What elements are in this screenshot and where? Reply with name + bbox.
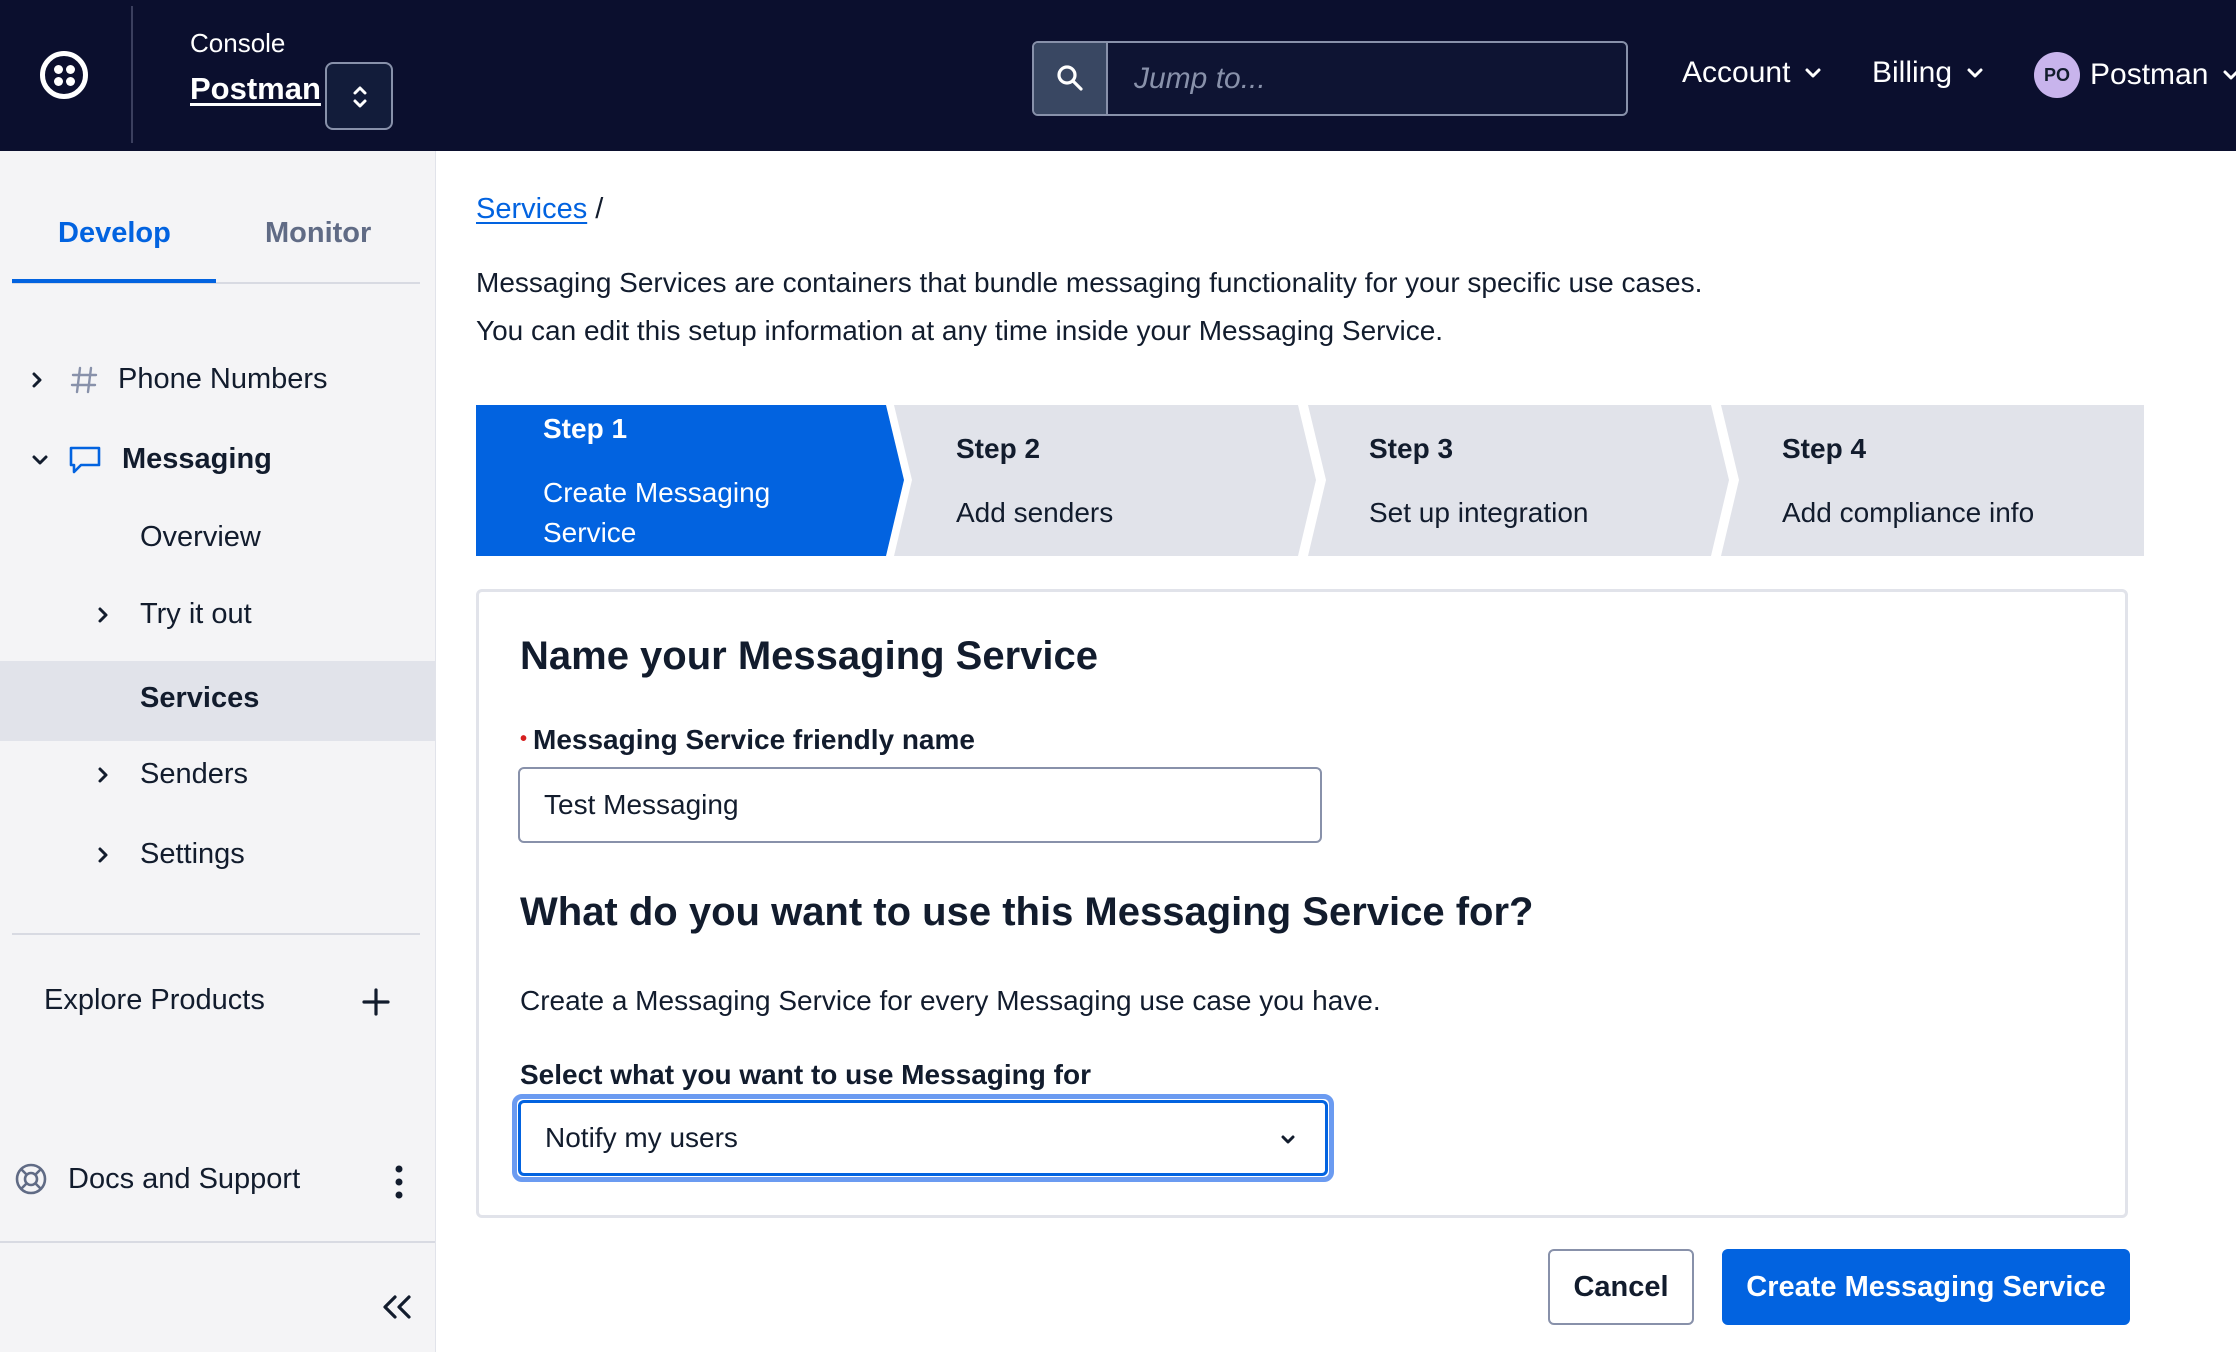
chevron-down-icon (2223, 70, 2236, 80)
use-case-select-value: Notify my users (545, 1122, 738, 1153)
chat-bubble-icon (69, 446, 101, 473)
use-case-select-label: Select what you want to use Messaging fo… (520, 1059, 1091, 1090)
billing-menu-label: Billing (1872, 56, 1953, 89)
sidebar-item-label: Settings (140, 838, 245, 870)
step-2-background (894, 405, 1316, 556)
explore-products-link[interactable]: Explore Products (44, 984, 265, 1017)
breadcrumb: Services / (476, 193, 603, 226)
chevron-up-down-icon (353, 86, 367, 108)
tab-monitor[interactable]: Monitor (265, 217, 371, 250)
use-case-description: Create a Messaging Service for every Mes… (520, 985, 1381, 1016)
collapse-sidebar-icon[interactable] (380, 1294, 414, 1320)
step-1-label-line-2: Service (543, 517, 637, 548)
sidebar-item-label: Phone Numbers (118, 363, 328, 395)
docs-and-support-link[interactable]: Docs and Support (14, 1162, 300, 1196)
more-vertical-icon[interactable] (394, 1164, 404, 1200)
sidebar-item-services[interactable]: Services (140, 682, 259, 715)
chevron-down-icon (1805, 68, 1821, 78)
plus-icon[interactable] (362, 988, 390, 1016)
intro-text-line-1: Messaging Services are containers that b… (476, 267, 1703, 298)
chevron-right-icon (32, 372, 42, 387)
sidebar-item-senders[interactable]: Senders (96, 758, 248, 791)
cancel-button[interactable]: Cancel (1548, 1249, 1694, 1325)
active-tab-indicator (12, 279, 216, 283)
breadcrumb-services-link[interactable]: Services (476, 193, 587, 225)
sidebar-item-try-it-out[interactable]: Try it out (96, 598, 252, 631)
create-messaging-service-button[interactable]: Create Messaging Service (1722, 1249, 2130, 1325)
tab-develop[interactable]: Develop (58, 217, 171, 250)
required-marker: • (520, 728, 528, 750)
sidebar-item-overview[interactable]: Overview (140, 521, 261, 554)
friendly-name-label: • Messaging Service friendly name (520, 724, 975, 756)
step-2-label: Add senders (956, 497, 1114, 528)
explore-products-label: Explore Products (44, 984, 265, 1016)
step-4-number: Step 4 (1782, 433, 1867, 464)
step-1-number: Step 1 (543, 413, 628, 444)
search-button[interactable] (1034, 43, 1108, 114)
chevron-down-icon (1281, 1135, 1295, 1144)
user-menu-label: Postman (2090, 58, 2209, 91)
account-switcher-button[interactable] (325, 62, 393, 130)
lifebuoy-icon (15, 1163, 47, 1195)
step-4-label: Add compliance info (1782, 497, 2035, 528)
jump-to-search (1032, 41, 1628, 116)
friendly-name-label-text: Messaging Service friendly name (533, 724, 975, 755)
intro-text-line-2: You can edit this setup information at a… (476, 315, 1444, 346)
search-input[interactable] (1108, 43, 1626, 114)
step-2-number: Step 2 (956, 433, 1041, 464)
chevron-down-icon (1967, 68, 1983, 78)
breadcrumb-separator: / (595, 193, 604, 225)
docs-and-support-label: Docs and Support (68, 1162, 301, 1195)
step-3-background (1308, 405, 1729, 556)
step-progress: Step 1 Create Messaging Service Step 2 A… (476, 405, 2144, 556)
sidebar-item-label: Messaging (122, 443, 272, 475)
sidebar-item-label: Services (140, 682, 260, 714)
use-case-section-heading: What do you want to use this Messaging S… (520, 890, 1534, 934)
sidebar-item-label: Senders (140, 758, 249, 790)
sidebar-item-phone-numbers[interactable]: Phone Numbers (30, 363, 328, 396)
sidebar-footer-divider (0, 1241, 435, 1243)
account-name-link[interactable]: Postman (190, 71, 321, 107)
step-3-number: Step 3 (1369, 433, 1454, 464)
step-3-label: Set up integration (1369, 497, 1589, 528)
sidebar-item-label: Try it out (140, 598, 252, 630)
chevron-right-icon (98, 767, 108, 782)
chevron-down-icon (32, 455, 48, 464)
step-4-background (1721, 405, 2144, 556)
sidebar: Develop Monitor Phone Numbers Messaging … (0, 151, 436, 1352)
billing-menu[interactable]: Billing (1872, 56, 1984, 90)
sidebar-divider (12, 933, 420, 935)
name-section-heading: Name your Messaging Service (520, 634, 1099, 678)
user-menu[interactable]: PO Postman (2034, 52, 2236, 98)
account-menu-label: Account (1682, 56, 1791, 89)
avatar: PO (2034, 52, 2080, 98)
twilio-logo-icon[interactable] (40, 51, 88, 99)
sidebar-item-settings[interactable]: Settings (96, 838, 245, 871)
sidebar-item-label: Overview (140, 521, 261, 553)
top-bar: Console Postman Account Billing PO Postm… (0, 0, 2236, 151)
chevron-right-icon (98, 847, 108, 862)
chevron-right-icon (98, 607, 108, 622)
search-icon (1057, 65, 1083, 91)
account-menu[interactable]: Account (1682, 56, 1822, 90)
console-label: Console (190, 28, 286, 58)
step-1-label-line-1: Create Messaging (543, 477, 771, 508)
hash-icon (70, 366, 98, 393)
topbar-divider (131, 6, 133, 143)
friendly-name-input[interactable] (518, 767, 1322, 843)
use-case-select[interactable]: Notify my users (518, 1100, 1328, 1176)
sidebar-item-messaging[interactable]: Messaging (30, 443, 272, 476)
